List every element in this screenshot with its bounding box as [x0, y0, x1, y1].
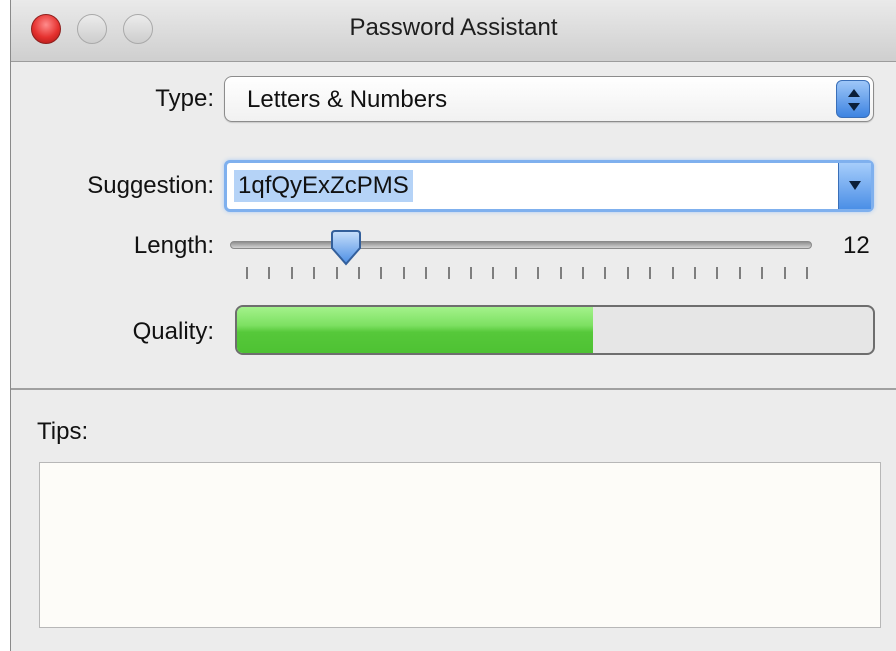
- type-label: Type:: [155, 85, 214, 112]
- suggestion-label: Suggestion:: [87, 172, 214, 199]
- suggestion-input[interactable]: 1qfQyExZcPMS: [234, 170, 413, 202]
- up-down-arrows-icon: [836, 80, 870, 118]
- suggestion-combo-box[interactable]: 1qfQyExZcPMS: [224, 160, 874, 212]
- slider-tick: [358, 267, 360, 279]
- slider-tick: [738, 267, 741, 279]
- quality-label: Quality:: [132, 318, 214, 345]
- section-divider: [11, 388, 896, 390]
- slider-tick: [447, 267, 450, 279]
- slider-tick: [806, 267, 808, 279]
- slider-ticks: [246, 267, 808, 281]
- slider-tick: [582, 267, 584, 279]
- slider-tick: [425, 267, 428, 279]
- slider-tick: [694, 267, 696, 279]
- window-title: Password Assistant: [349, 14, 558, 41]
- slider-tick: [559, 267, 562, 279]
- slider-tick: [649, 267, 652, 279]
- slider-tick: [402, 267, 405, 279]
- slider-knob[interactable]: [328, 230, 364, 268]
- slider-tick: [313, 267, 316, 279]
- length-value: 12: [843, 232, 870, 259]
- slider-tick: [335, 267, 338, 279]
- quality-meter-fill: [237, 307, 594, 353]
- slider-track[interactable]: [230, 241, 812, 249]
- slider-tick: [470, 267, 472, 279]
- length-label: Length:: [133, 232, 214, 259]
- slider-tick: [492, 267, 495, 279]
- slider-tick: [268, 267, 271, 279]
- slider-tick: [604, 267, 607, 279]
- slider-tick: [783, 267, 786, 279]
- slider-tick: [716, 267, 719, 279]
- password-assistant-window: Password Assistant Type: Letters & Numbe…: [10, 0, 896, 651]
- slider-tick: [537, 267, 540, 279]
- chevron-down-icon[interactable]: [838, 163, 871, 209]
- slider-tick: [671, 267, 674, 279]
- type-popup-value: Letters & Numbers: [247, 86, 448, 113]
- quality-meter: [235, 305, 875, 355]
- tips-text-area[interactable]: [39, 462, 881, 628]
- slider-tick: [380, 267, 383, 279]
- tips-label: Tips:: [37, 418, 89, 445]
- title-bar[interactable]: Password Assistant: [11, 0, 896, 62]
- slider-tick: [514, 267, 517, 279]
- length-slider[interactable]: [230, 224, 814, 284]
- type-popup-button[interactable]: Letters & Numbers: [224, 76, 874, 122]
- slider-tick: [290, 267, 293, 279]
- slider-tick: [626, 267, 629, 279]
- slider-tick: [761, 267, 764, 279]
- slider-tick: [246, 267, 248, 279]
